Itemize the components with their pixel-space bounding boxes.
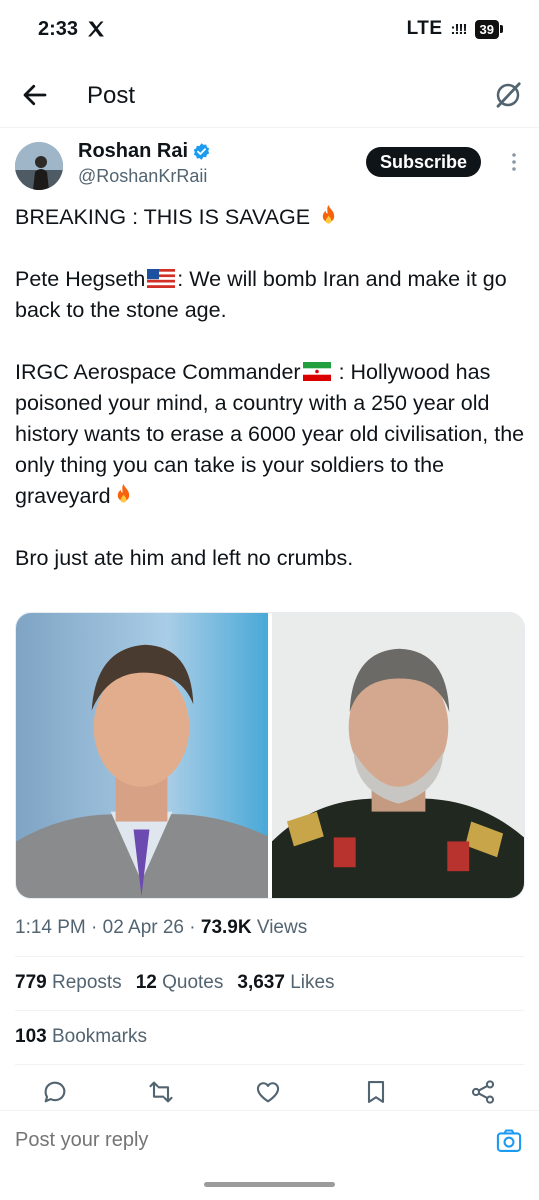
post-time: 1:14 PM	[15, 917, 86, 938]
fire-emoji-icon	[322, 205, 335, 224]
like-icon[interactable]	[254, 1078, 282, 1106]
status-time: 2:33	[38, 18, 79, 40]
reposts-label: Reposts	[51, 972, 122, 993]
media-image-left[interactable]	[16, 613, 268, 898]
divider	[15, 1010, 524, 1011]
more-options-icon[interactable]	[506, 148, 522, 176]
author-handle[interactable]: @RoshanKrRaii	[78, 166, 207, 187]
post-date: 02 Apr 26	[102, 917, 184, 938]
verified-badge-icon	[193, 143, 210, 160]
post-media	[15, 612, 525, 899]
divider	[15, 956, 524, 957]
x-logo-icon	[88, 21, 104, 37]
post-paragraph: BREAKING : THIS IS SAVAGE	[15, 202, 530, 233]
reposts-count: 779	[15, 972, 47, 993]
page-title: Post	[87, 82, 136, 109]
home-indicator[interactable]	[204, 1182, 335, 1187]
bookmarks-count: 103	[15, 1026, 47, 1047]
quotes-stat[interactable]: 12 Quotes	[136, 972, 224, 994]
post-line-closing: Bro just ate him and left no crumbs.	[15, 546, 354, 570]
post-text-irgc-name: IRGC Aerospace Commander	[15, 360, 301, 384]
author-name[interactable]: Roshan Rai	[78, 140, 211, 163]
views-count: 73.9K	[200, 917, 252, 938]
status-indicators: LTE :!!! 39	[407, 18, 503, 40]
bookmark-icon[interactable]	[362, 1078, 390, 1106]
grok-icon[interactable]	[493, 80, 523, 110]
us-flag-icon	[147, 269, 176, 288]
views-label[interactable]: Views	[257, 917, 307, 938]
subscribe-button[interactable]: Subscribe	[366, 147, 482, 177]
signal-icon: :!!!	[450, 20, 468, 38]
share-icon[interactable]	[469, 1078, 497, 1106]
reply-bar	[0, 1110, 539, 1172]
post-meta: 1:14 PM · 02 Apr 26 · 73.9K Views	[15, 917, 308, 938]
divider	[15, 1064, 524, 1065]
post-paragraph: IRGC Aerospace Commander : Hollywood has…	[15, 357, 530, 512]
battery-icon: 39	[474, 19, 503, 39]
iran-flag-icon	[302, 362, 331, 381]
action-bar	[0, 1076, 539, 1110]
reply-input[interactable]	[15, 1129, 435, 1152]
repost-icon[interactable]	[147, 1078, 175, 1106]
network-type: LTE	[406, 18, 443, 39]
fire-emoji-icon	[117, 484, 129, 503]
reposts-stat[interactable]: 779 Reposts	[15, 972, 122, 994]
camera-icon[interactable]	[495, 1127, 523, 1155]
engagement-stats: 779 Reposts 12 Quotes 3,637 Likes	[15, 972, 335, 994]
quotes-count: 12	[135, 972, 157, 993]
quotes-label: Quotes	[162, 972, 224, 993]
avatar[interactable]	[15, 142, 63, 190]
likes-label: Likes	[290, 972, 335, 993]
status-bar: 2:33 LTE :!!! 39	[0, 0, 539, 60]
battery-level: 39	[474, 19, 499, 39]
bookmarks-label: Bookmarks	[51, 1026, 148, 1047]
post-paragraph: Pete Hegseth : We will bomb Iran and mak…	[15, 264, 530, 326]
top-app-bar: Post	[0, 66, 539, 128]
author-name-text: Roshan Rai	[78, 140, 189, 162]
post-body: BREAKING : THIS IS SAVAGE Pete Hegseth :…	[15, 202, 530, 574]
likes-stat[interactable]: 3,637 Likes	[237, 972, 334, 994]
post-paragraph: Bro just ate him and left no crumbs.	[15, 543, 530, 574]
bookmarks-stat[interactable]: 103 Bookmarks	[15, 1026, 147, 1048]
post-text-hegseth-name: Pete Hegseth	[15, 267, 146, 291]
back-arrow-icon[interactable]	[20, 80, 50, 110]
reply-icon[interactable]	[41, 1078, 69, 1106]
post-line-breaking: BREAKING : THIS IS SAVAGE	[15, 205, 311, 229]
media-image-right[interactable]	[272, 613, 524, 898]
avatar-image	[15, 142, 63, 190]
likes-count: 3,637	[237, 972, 285, 993]
